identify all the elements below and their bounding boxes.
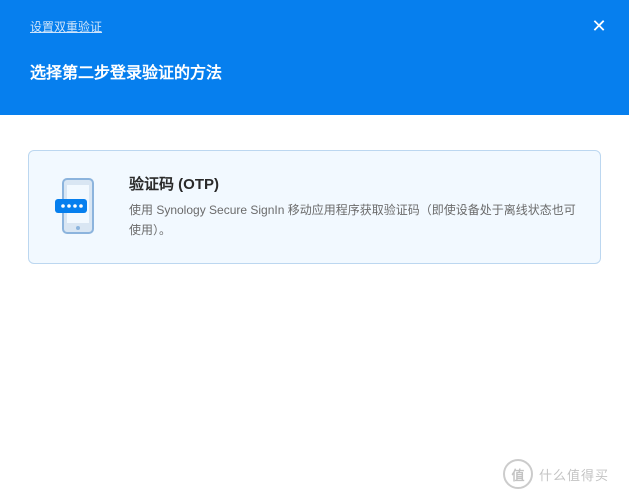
watermark-icon: 值	[503, 459, 533, 489]
option-description: 使用 Synology Secure SignIn 移动应用程序获取验证码（即使…	[129, 200, 576, 241]
dialog-title: 选择第二步登录验证的方法	[30, 59, 599, 83]
breadcrumb-link[interactable]: 设置双重验证	[30, 18, 102, 35]
watermark-text: 什么值得买	[539, 465, 609, 484]
option-title: 验证码 (OTP)	[129, 173, 576, 194]
option-text-wrapper: 验证码 (OTP) 使用 Synology Secure SignIn 移动应用…	[129, 173, 576, 241]
close-button[interactable]: ✕	[589, 16, 609, 36]
dialog-content: 验证码 (OTP) 使用 Synology Secure SignIn 移动应用…	[0, 115, 629, 299]
phone-otp-icon	[53, 177, 101, 237]
otp-option-card[interactable]: 验证码 (OTP) 使用 Synology Secure SignIn 移动应用…	[28, 150, 601, 264]
watermark: 值 什么值得买	[503, 459, 609, 489]
dialog-header: 设置双重验证 选择第二步登录验证的方法 ✕	[0, 0, 629, 115]
